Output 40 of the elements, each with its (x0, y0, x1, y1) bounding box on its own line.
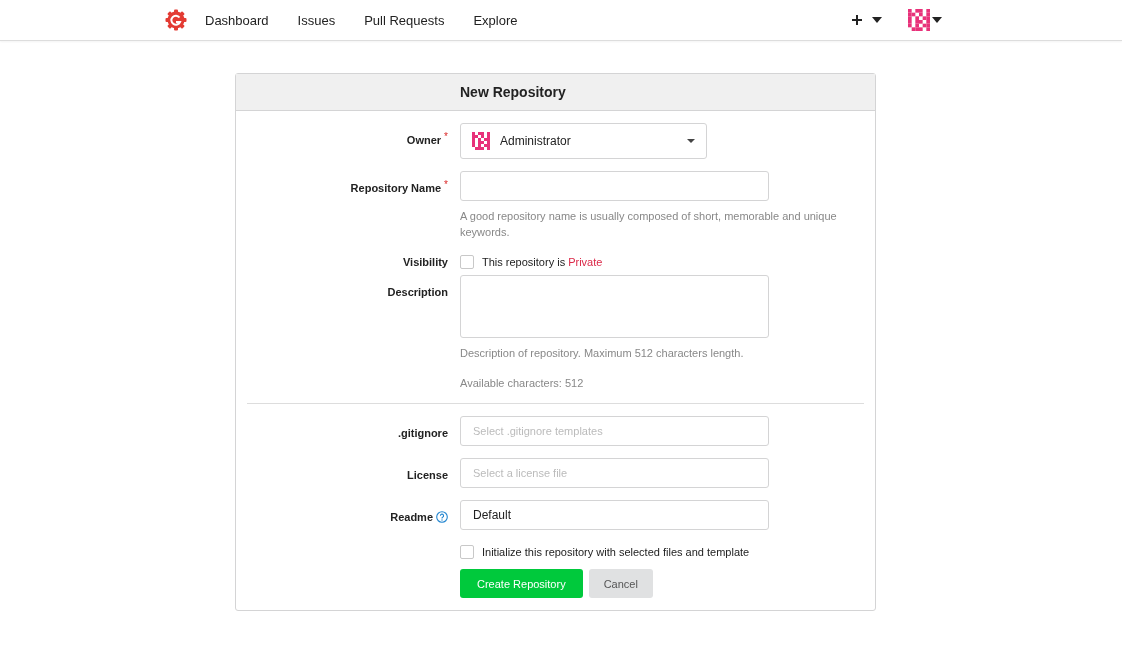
private-label: Private (568, 256, 603, 268)
description-field[interactable] (460, 275, 769, 338)
field-label: Readme (390, 511, 433, 523)
field-label: Visibility (402, 256, 448, 268)
owner-name: Administrator (500, 134, 572, 148)
field-label: Owner (406, 134, 442, 146)
help-text: Description of repository. Maximum 512 characters length. (460, 346, 745, 361)
required-mark: * (444, 131, 448, 142)
checkbox[interactable] (460, 255, 474, 269)
avatar-icon (908, 9, 930, 31)
owner-dropdown[interactable]: Administrator (460, 123, 707, 159)
field-label: .gitignore (397, 427, 448, 439)
plus-icon (851, 14, 863, 26)
user-menu-button[interactable] (908, 9, 942, 31)
nav-link[interactable]: Explore (473, 12, 518, 28)
select-field[interactable]: Select a license file (460, 458, 769, 488)
checkbox-label: Initialize this repository with selected files and template (482, 546, 750, 558)
checkbox-label: This repository is (482, 256, 566, 268)
nav-link[interactable]: Issues (297, 12, 336, 28)
logo-icon[interactable] (165, 9, 187, 31)
field-label: License (407, 469, 448, 481)
avatar-icon (472, 132, 490, 150)
field-label: Description (387, 286, 448, 298)
caret-icon (872, 17, 882, 23)
caret-icon (932, 17, 942, 23)
field-label: Repository Name (350, 182, 442, 194)
caret-icon (687, 139, 695, 143)
checkbox[interactable] (460, 545, 474, 559)
help-text: A good repository name is usually composed of short, memorable and unique keywords. (460, 209, 838, 240)
select-field[interactable]: Select .gitignore templates (460, 416, 769, 446)
cancel-button[interactable]: Cancel (588, 569, 653, 598)
repository-name-field[interactable] (460, 171, 769, 201)
character-counter: Available characters: 512 (460, 376, 585, 391)
nav-link[interactable]: Pull Requests (364, 12, 445, 28)
create-menu-button[interactable] (851, 14, 882, 26)
select-field[interactable]: Default (460, 500, 769, 530)
required-mark: * (444, 179, 448, 190)
help-icon[interactable] (436, 511, 448, 523)
form-title: New Repository (460, 84, 566, 100)
nav-link[interactable]: Dashboard (205, 12, 269, 28)
